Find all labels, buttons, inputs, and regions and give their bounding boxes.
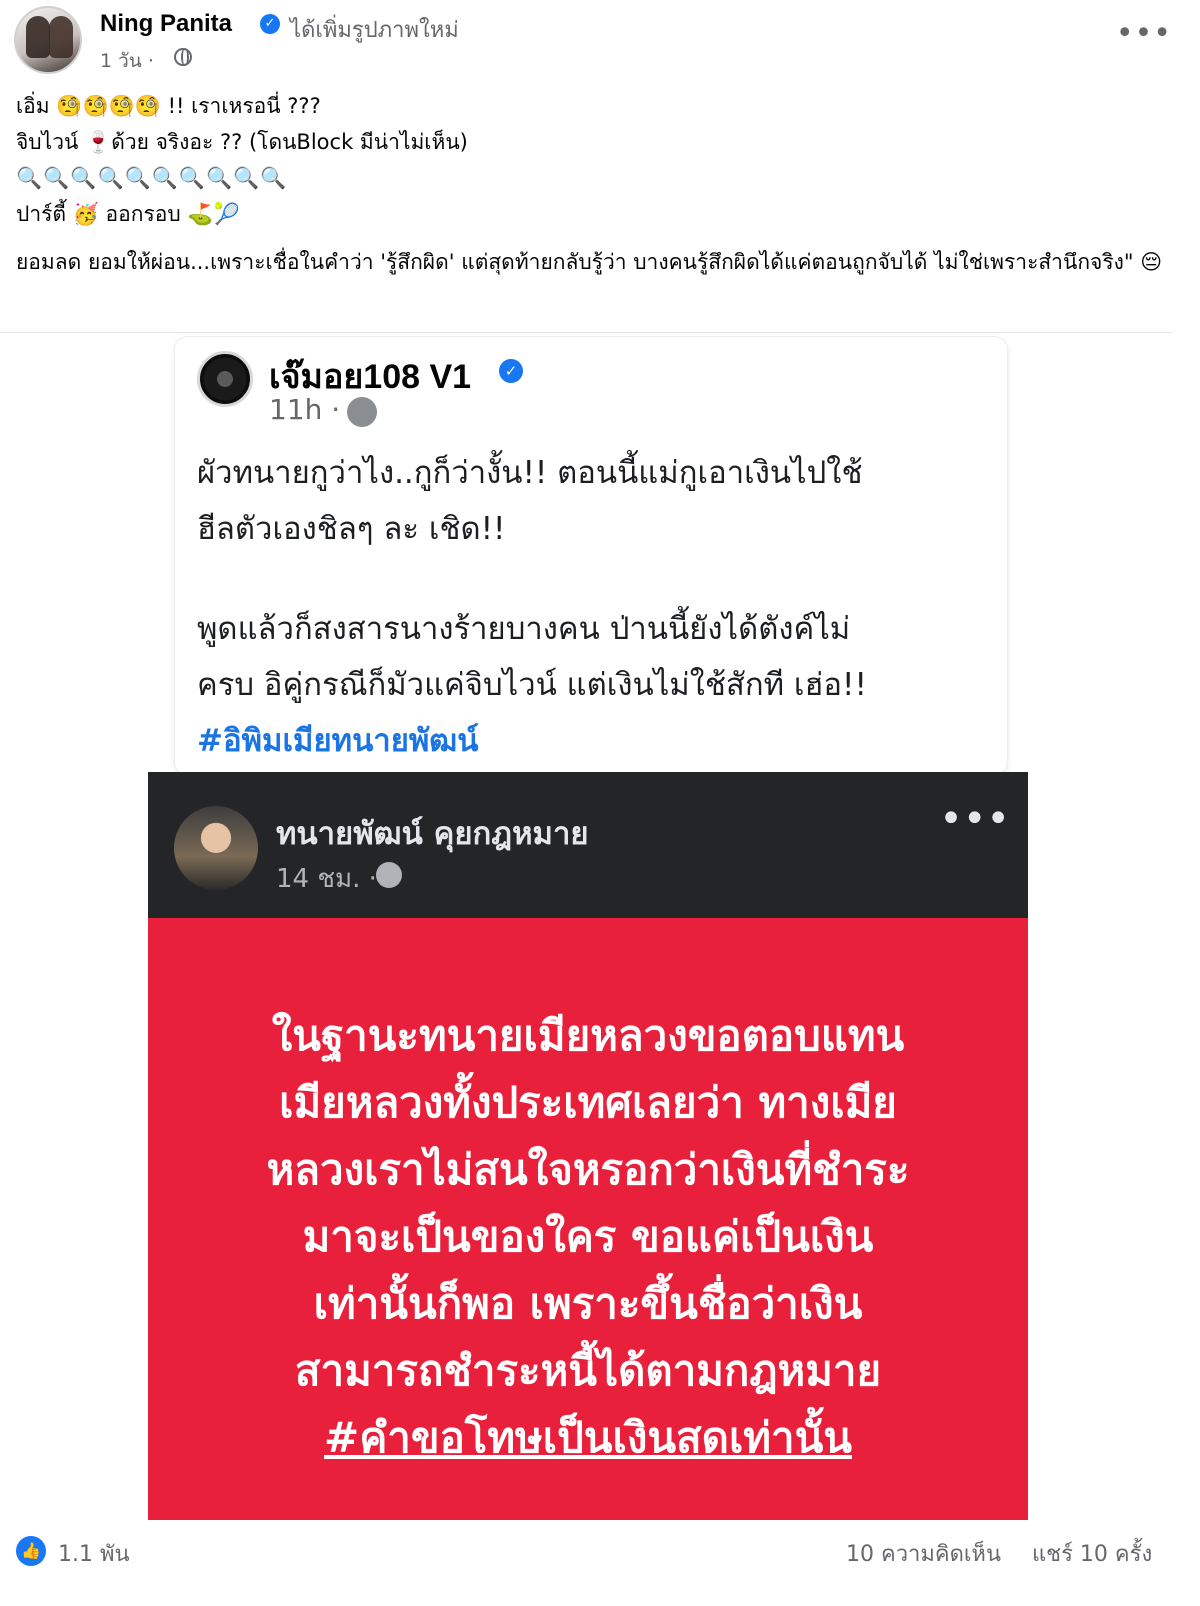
lawyer-avatar [174, 806, 258, 890]
embedded-screenshot-post[interactable]: เจ๊มอย108 V1 ✓ 11h · ผัวทนายกูว่าไง..กูก… [174, 336, 1008, 776]
embedded-text-line: ผัวทนายกูว่าไง..กูก็ว่างั้น!! ตอนนี้แม่ก… [197, 455, 863, 491]
verified-badge-icon: ✓ [499, 359, 523, 383]
embedded-lawyer-post[interactable]: ทนายพัฒน์ คุยกฎหมาย 14 ชม. · ••• ในฐานะท… [148, 772, 1028, 1520]
author-name[interactable]: Ning Panita [100, 10, 232, 38]
statement-line: มาจะเป็นของใคร ขอแค่เป็นเงิน [302, 1212, 874, 1261]
lawyer-statement: ในฐานะทนายเมียหลวงขอตอบแทน เมียหลวงทั้งป… [148, 1002, 1028, 1471]
statement-line: เท่านั้นก็พอ เพราะขึ้นชื่อว่าเงิน [313, 1279, 863, 1328]
magnifier-icons: 🔍🔍🔍🔍🔍🔍🔍🔍🔍🔍 [16, 166, 288, 190]
comment-count[interactable]: 10 ความคิดเห็น [846, 1536, 1001, 1571]
more-options-icon[interactable]: ••• [1116, 16, 1172, 51]
statement-line: ในฐานะทนายเมียหลวงขอตอบแทน [271, 1011, 905, 1060]
embedded-hashtag: #อิพิมเมียทนายพัฒน์ [197, 723, 479, 759]
caption-line: ยอมลด ยอมให้ผ่อน...เพราะเชื่อในคำว่า 'รู… [16, 250, 1163, 274]
lawyer-timestamp: 14 ชม. · [276, 864, 377, 894]
embedded-text-line: ฮีลตัวเองชิลๆ ละ เชิด!! [197, 511, 506, 547]
embedded-post-body: ผัวทนายกูว่าไง..กูก็ว่างั้น!! ตอนนี้แม่ก… [197, 445, 987, 769]
share-count[interactable]: แชร์ 10 ครั้ง [1032, 1536, 1152, 1571]
verified-badge-icon: ✓ [260, 14, 280, 34]
post-timestamp[interactable]: 1 วัน · [100, 46, 154, 76]
globe-icon [376, 862, 402, 888]
embedded-timestamp: 11h · [269, 393, 341, 426]
statement-line: เมียหลวงทั้งประเทศเลยว่า ทางเมีย [279, 1078, 897, 1127]
embedded-text-line: พูดแล้วก็สงสารนางร้ายบางคน ป่านนี้ยังได้… [197, 611, 851, 647]
caption-line: จิบไวน์ 🍷ด้วย จริงอะ ?? (โดนBlock มีน่าไ… [16, 124, 1176, 160]
caption-line: เอิ่ม 🧐🧐🧐🧐 !! เราเหรอนี่ ??? [16, 94, 321, 118]
author-avatar[interactable] [14, 6, 82, 74]
post-footer: 👍 1.1 พัน 10 ความคิดเห็น แชร์ 10 ครั้ง [0, 1528, 1200, 1606]
post-action-text: ได้เพิ่มรูปภาพใหม่ [290, 18, 459, 43]
like-icon[interactable]: 👍 [16, 1536, 46, 1566]
lawyer-name: ทนายพัฒน์ คุยกฎหมาย [276, 816, 589, 852]
statement-line: หลวงเราไม่สนใจหรอกว่าเงินที่ชำระ [266, 1145, 910, 1194]
wine-glass-icon: 🍷 [85, 130, 112, 154]
statement-hashtag: #คำขอโทษเป็นเงินสดเท่านั้น [324, 1413, 852, 1462]
caption-text: ด้วย จริงอะ ?? (โดนBlock มีน่าไม่เห็น) [111, 130, 468, 154]
more-options-icon: ••• [939, 796, 1010, 842]
caption-text: จิบไวน์ [16, 130, 86, 154]
post-header: Ning Panita ✓ ได้เพิ่มรูปภาพใหม่ 1 วัน ·… [14, 6, 1186, 74]
caption-line: ปาร์ตี้ 🥳 ออกรอบ ⛳🎾 [16, 202, 240, 226]
embedded-text-line: ครบ อิคู่กรณีก็มัวแค่จิบไวน์ แต่เงินไม่ใ… [197, 667, 867, 703]
globe-icon [347, 397, 377, 427]
divider [0, 332, 1172, 333]
embedded-avatar [197, 351, 253, 407]
reaction-count[interactable]: 1.1 พัน [58, 1536, 130, 1571]
post-caption: เอิ่ม 🧐🧐🧐🧐 !! เราเหรอนี่ ??? จิบไวน์ 🍷ด้… [16, 88, 1176, 280]
globe-icon [174, 48, 192, 66]
statement-line: สามารถชำระหนี้ได้ตามกฎหมาย [294, 1346, 882, 1395]
embedded-lawyer-header: ทนายพัฒน์ คุยกฎหมาย 14 ชม. · ••• [148, 772, 1028, 918]
